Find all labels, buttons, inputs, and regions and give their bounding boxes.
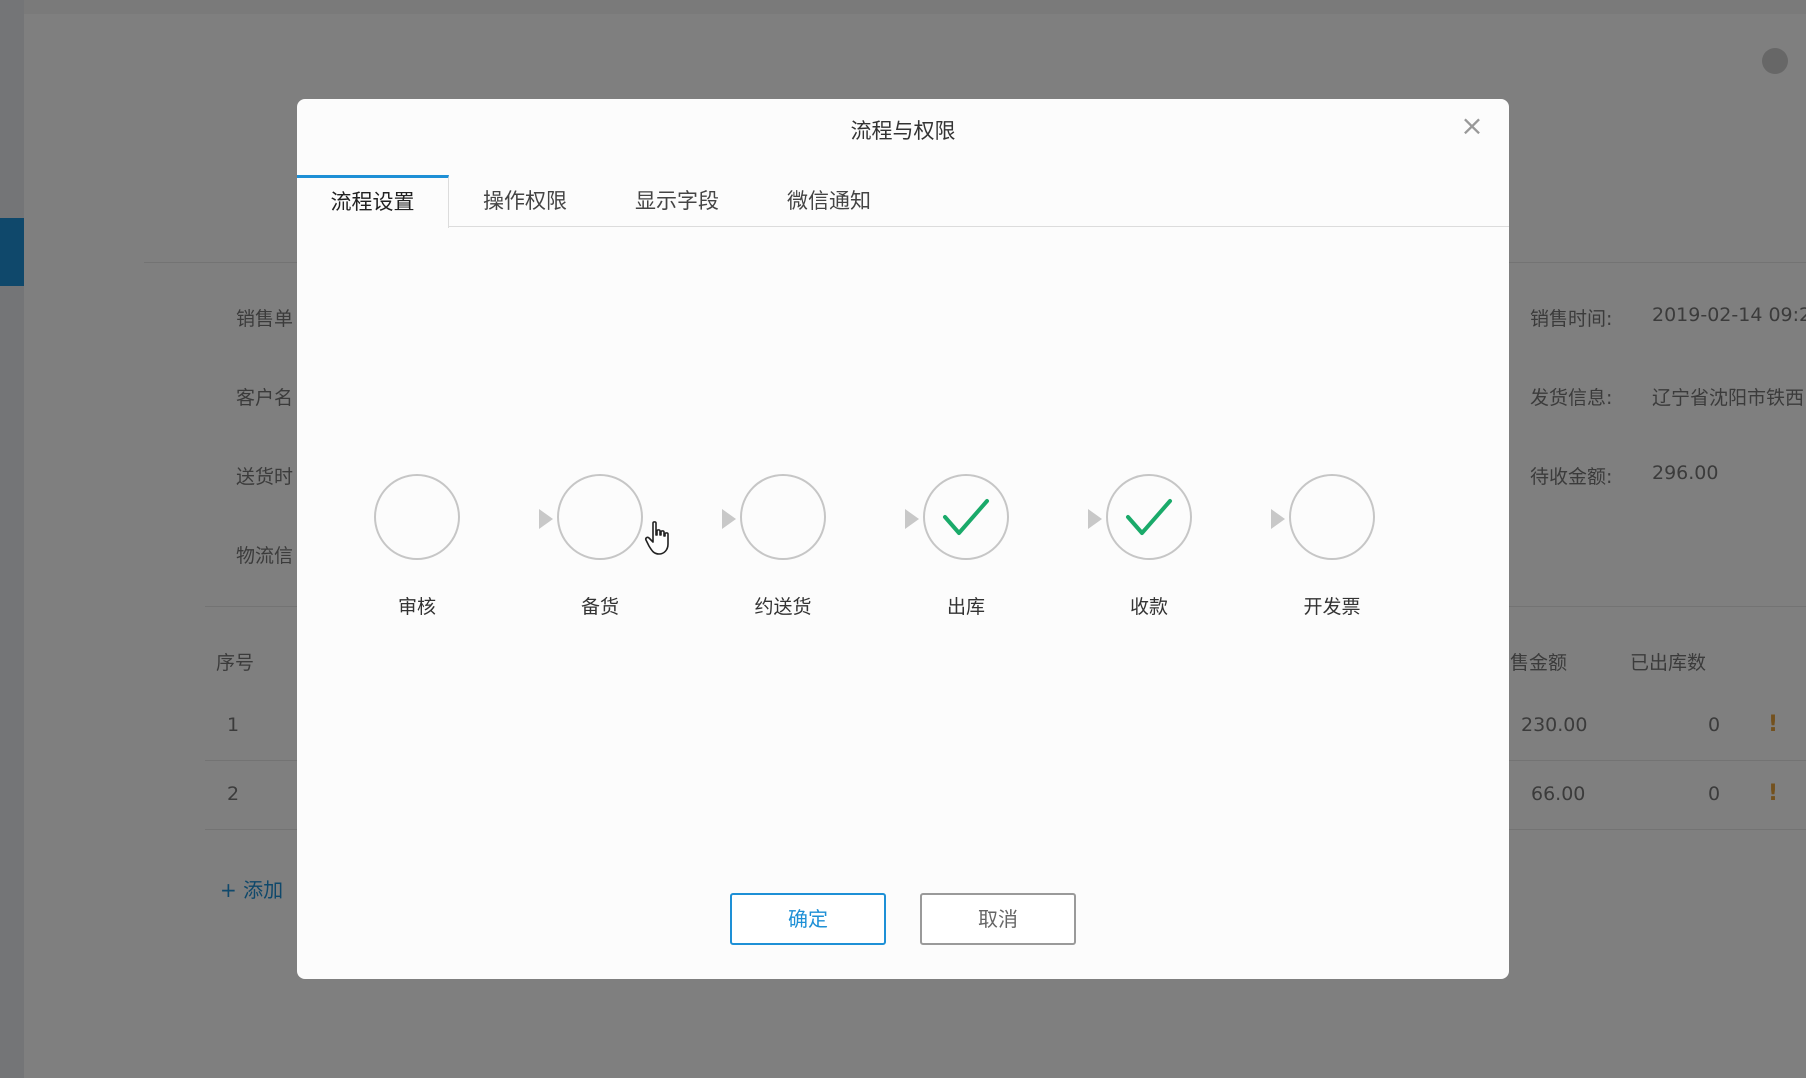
step-outbound[interactable]: 出库	[896, 474, 1036, 619]
step-label: 备货	[580, 596, 619, 618]
step-invoice[interactable]: 开发票	[1262, 474, 1402, 619]
step-label: 开发票	[1303, 596, 1361, 618]
tab-display-fields[interactable]: 显示字段	[601, 175, 753, 227]
step-label: 约送货	[754, 596, 812, 618]
step-toggle[interactable]	[923, 474, 1009, 560]
confirm-button[interactable]: 确定	[730, 893, 886, 945]
tab-wechat-notification[interactable]: 微信通知	[753, 175, 905, 227]
check-icon	[1126, 499, 1172, 535]
dialog-title: 流程与权限	[850, 119, 956, 143]
step-toggle[interactable]	[740, 474, 826, 560]
step-toggle[interactable]	[557, 474, 643, 560]
tab-bar: 流程设置 操作权限 显示字段 微信通知	[297, 175, 1509, 228]
step-label: 出库	[946, 596, 985, 618]
check-icon	[943, 499, 989, 535]
step-label: 审核	[397, 596, 436, 618]
step-toggle[interactable]	[1289, 474, 1375, 560]
close-icon[interactable]: ×	[1457, 111, 1487, 141]
step-toggle[interactable]	[1106, 474, 1192, 560]
step-schedule-delivery[interactable]: 约送货	[713, 474, 853, 619]
tab-operation-permissions[interactable]: 操作权限	[449, 175, 601, 227]
workflow-steps: 审核 备货 约送货 出库 收款 开发票	[297, 474, 1509, 634]
cancel-button[interactable]: 取消	[920, 893, 1076, 945]
hand-cursor-icon	[644, 521, 669, 555]
step-payment[interactable]: 收款	[1079, 474, 1219, 619]
tab-workflow-settings[interactable]: 流程设置	[297, 175, 449, 228]
workflow-permissions-dialog: 流程与权限 × 流程设置 操作权限 显示字段 微信通知 审核 备货 约送货 出库	[297, 99, 1509, 979]
step-review[interactable]: 审核	[347, 474, 487, 619]
step-toggle[interactable]	[374, 474, 460, 560]
step-label: 收款	[1129, 596, 1168, 618]
